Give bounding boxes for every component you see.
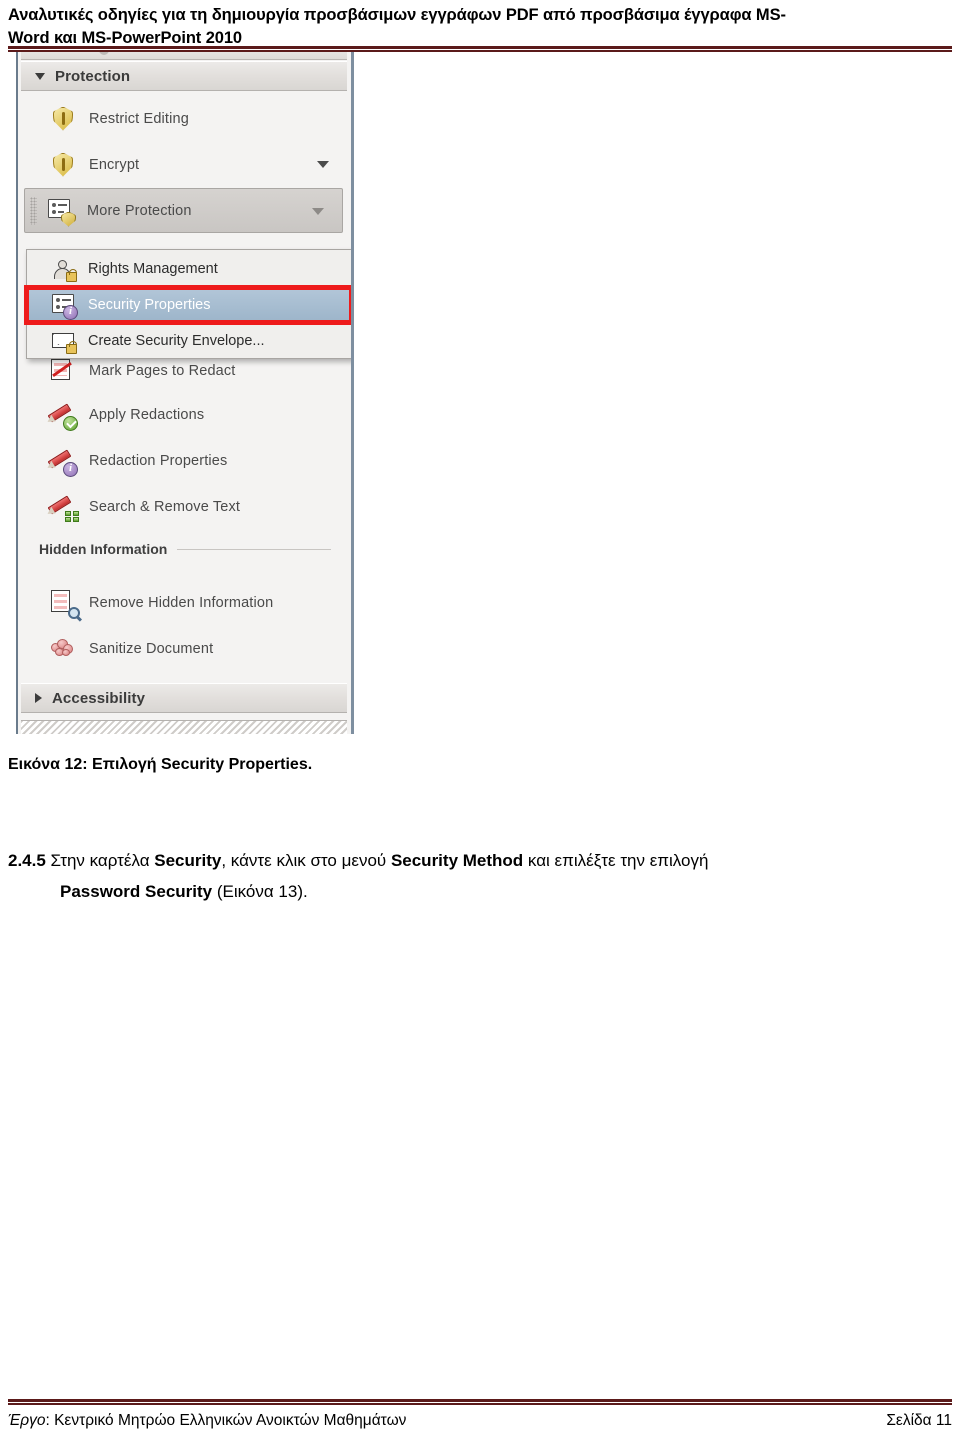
command-encrypt[interactable]: Encrypt xyxy=(21,142,347,187)
clipped-section-bar-top xyxy=(21,52,347,60)
chevron-down-icon[interactable] xyxy=(317,161,329,168)
command-restrict-editing-label: Restrict Editing xyxy=(89,110,189,127)
drag-grip-icon xyxy=(30,197,37,225)
menu-item-create-security-envelope[interactable]: Create Security Envelope... xyxy=(29,324,351,358)
command-sanitize-document[interactable]: Sanitize Document xyxy=(21,626,347,671)
footer-project-name: : Κεντρικό Μητρώο Ελληνικών Ανοικτών Μαθ… xyxy=(45,1412,407,1429)
body-paragraph-2-4-5: 2.4.5 Στην καρτέλα Security, κάντε κλικ … xyxy=(8,845,948,907)
shield-icon xyxy=(49,105,77,133)
command-redaction-properties-label: Redaction Properties xyxy=(89,452,228,469)
command-mark-pages-to-redact-label: Mark Pages to Redact xyxy=(89,362,236,379)
paragraph-text-e: και επιλέξτε την επιλογή xyxy=(523,851,709,870)
chevron-down-icon[interactable] xyxy=(312,208,324,215)
pencil-grid-icon xyxy=(45,493,79,522)
section-header-protection-label: Protection xyxy=(55,67,131,85)
paragraph-bold-security-method: Security Method xyxy=(390,851,524,870)
command-sanitize-document-label: Sanitize Document xyxy=(89,640,214,657)
menu-item-rights-management-label: Rights Management xyxy=(88,261,218,277)
command-remove-hidden-information-label: Remove Hidden Information xyxy=(89,594,274,611)
page-footer: Έργο: Κεντρικό Μητρώο Ελληνικών Ανοικτών… xyxy=(8,1412,952,1430)
command-encrypt-label: Encrypt xyxy=(89,156,140,173)
page-header: Αναλυτικές οδηγίες για τη δημιουργία προ… xyxy=(8,4,952,50)
footer-rule-thin xyxy=(8,1403,952,1405)
pane-bottom-hatch-strip xyxy=(21,720,347,734)
menu-item-rights-management[interactable]: Rights Management xyxy=(29,252,351,286)
footer-project-text: Έργο: Κεντρικό Μητρώο Ελληνικών Ανοικτών… xyxy=(8,1412,406,1430)
command-search-remove-text[interactable]: Search & Remove Text xyxy=(21,484,347,529)
tools-pane: Protection Restrict Editing Encrypt More… xyxy=(16,52,354,734)
command-restrict-editing[interactable]: Restrict Editing xyxy=(21,96,347,141)
document-magnifier-icon xyxy=(49,589,80,619)
shield-icon xyxy=(49,151,77,179)
menu-item-create-security-envelope-label: Create Security Envelope... xyxy=(88,333,265,349)
command-apply-redactions[interactable]: Apply Redactions xyxy=(21,392,347,437)
command-search-remove-text-label: Search & Remove Text xyxy=(89,498,241,515)
paragraph-number: 2.4.5 xyxy=(8,851,46,870)
footer-project-label: Έργο xyxy=(8,1412,46,1429)
chevron-right-icon xyxy=(35,693,42,703)
sanitize-blob-icon xyxy=(49,635,77,663)
paragraph-text-a: Στην καρτέλα xyxy=(45,851,155,870)
paragraph-line-2: Password Security (Εικόνα 13). xyxy=(8,876,948,907)
chevron-down-icon xyxy=(35,72,45,80)
paragraph-text-c: , κάντε κλικ στο μενού xyxy=(221,851,391,870)
group-label-hidden-information: Hidden Information xyxy=(21,536,347,562)
envelope-lock-icon xyxy=(51,328,77,354)
person-lock-icon xyxy=(51,256,77,282)
clipped-section-nub xyxy=(99,52,109,55)
footer-divider-rule xyxy=(8,1399,952,1405)
group-label-divider xyxy=(177,548,331,550)
section-header-accessibility-label: Accessibility xyxy=(52,689,146,707)
header-line-1: Αναλυτικές οδηγίες για τη δημιουργία προ… xyxy=(8,6,786,24)
redact-page-icon xyxy=(49,357,77,385)
pencil-info-icon xyxy=(45,447,78,477)
figure-caption: Εικόνα 12: Επιλογή Security Properties. xyxy=(8,756,313,773)
group-label-hidden-information-text: Hidden Information xyxy=(39,541,168,557)
command-apply-redactions-label: Apply Redactions xyxy=(89,406,205,423)
paragraph-text-f: (Εικόνα 13). xyxy=(212,882,308,901)
command-redaction-properties[interactable]: Redaction Properties xyxy=(21,438,347,483)
paragraph-bold-security: Security xyxy=(154,851,222,870)
document-shield-icon xyxy=(47,197,76,227)
command-more-protection[interactable]: More Protection xyxy=(24,188,343,233)
footer-page-number: Σελίδα 11 xyxy=(886,1412,952,1429)
figure-screenshot-acrobat-protection-pane: Protection Restrict Editing Encrypt More… xyxy=(16,52,354,734)
section-header-protection[interactable]: Protection xyxy=(21,61,347,91)
command-remove-hidden-information[interactable]: Remove Hidden Information xyxy=(21,580,347,625)
pencil-check-icon xyxy=(45,401,78,431)
tools-pane-inner: Protection Restrict Editing Encrypt More… xyxy=(18,52,351,734)
section-header-accessibility[interactable]: Accessibility xyxy=(21,683,347,713)
paragraph-bold-password-security: Password Security xyxy=(60,882,213,901)
annotation-red-box xyxy=(24,285,351,325)
command-more-protection-label: More Protection xyxy=(87,202,192,219)
